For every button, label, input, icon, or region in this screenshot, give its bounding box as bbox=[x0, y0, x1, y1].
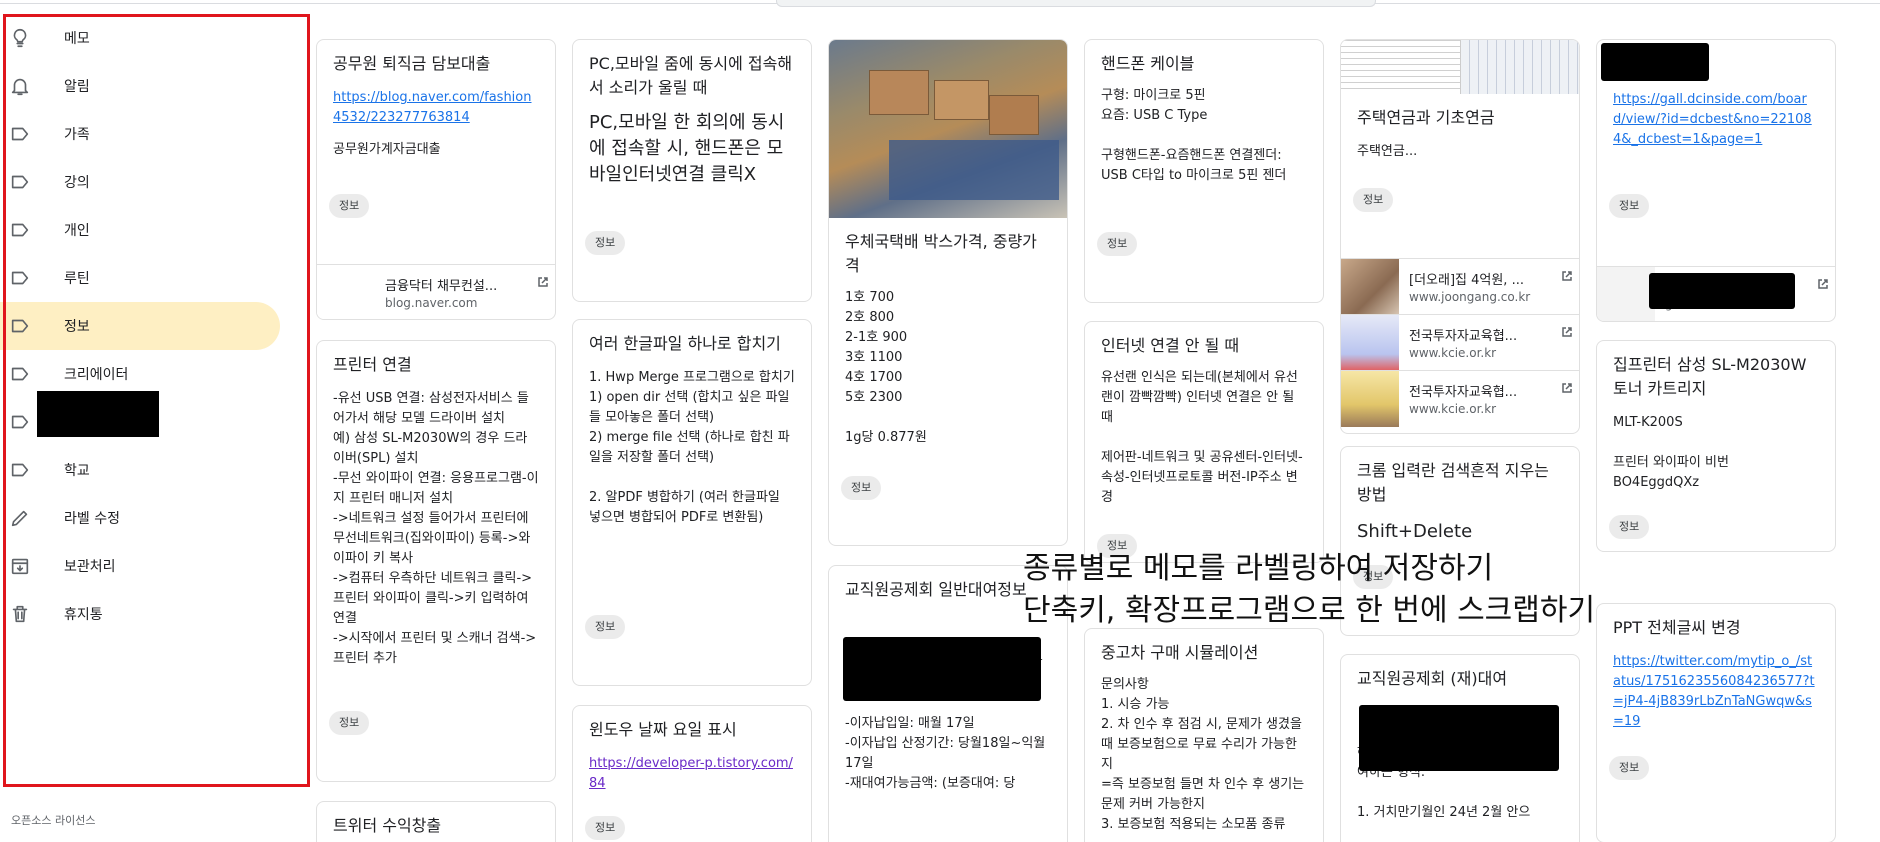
preview-thumbnail bbox=[1597, 266, 1655, 321]
note-title: 주택연금과 기초연금 bbox=[1357, 108, 1495, 127]
preview-title: [더오래]집 4억원, ... bbox=[1409, 273, 1524, 288]
redacted-block bbox=[1359, 705, 1559, 771]
preview-domain: www.kcie.or.kr bbox=[1409, 346, 1497, 360]
preview-title: 전국투자자교육협... bbox=[1409, 385, 1518, 400]
sidebar-highlight-frame bbox=[3, 14, 310, 787]
preview-domain: www.kcie.or.kr bbox=[1409, 402, 1497, 416]
note-card[interactable]: 여러 한글파일 하나로 합치기 1. Hwp Merge 프로그램으로 합치기 … bbox=[572, 319, 812, 686]
note-text: 1. Hwp Merge 프로그램으로 합치기 1) open dir 선택 (… bbox=[589, 370, 795, 525]
link-preview[interactable]: 전국투자자교육협... www.kcie.or.kr bbox=[1341, 370, 1579, 427]
note-text: 유선랜 인식은 되는데(본체에서 유선랜이 깜빡깜빡) 인터넷 연결은 안 될 … bbox=[1101, 370, 1303, 505]
note-title: 트위터 수익창출 bbox=[333, 816, 442, 835]
overlay-line-1: 종류별로 메모를 라벨링하여 저장하기 bbox=[1023, 551, 1494, 586]
redacted-block bbox=[1601, 43, 1709, 81]
note-card[interactable]: 공무원 퇴직금 담보대출 https://blog.naver.com/fash… bbox=[316, 39, 556, 320]
preview-thumbnail bbox=[1341, 370, 1399, 427]
label-chip[interactable]: 정보 bbox=[585, 816, 626, 840]
open-external-icon[interactable] bbox=[537, 273, 549, 287]
link-preview[interactable]: 전국투자자교육협... www.kcie.or.kr bbox=[1341, 314, 1579, 371]
note-card[interactable]: 교직원공제회 (재)대여 하던 기대여 상계(소멸)되고 새로 대여하는 형식.… bbox=[1340, 654, 1580, 842]
preview-domain: blog.naver.com bbox=[385, 296, 478, 310]
note-title: 중고차 구매 시뮬레이션 bbox=[1101, 643, 1259, 662]
note-title: PC,모바일 줌에 동시에 접속해서 소리가 울릴 때 bbox=[589, 54, 793, 97]
note-title: 프린터 연결 bbox=[333, 355, 412, 374]
label-chip[interactable]: 정보 bbox=[1609, 194, 1650, 218]
note-title: 공무원 퇴직금 담보대출 bbox=[333, 54, 491, 73]
redacted-block bbox=[1649, 273, 1795, 309]
note-image bbox=[1341, 40, 1579, 94]
label-chip[interactable]: 정보 bbox=[585, 231, 626, 255]
note-title: 윈도우 날짜 요일 표시 bbox=[589, 720, 737, 739]
label-chip[interactable]: 정보 bbox=[329, 194, 370, 218]
note-text: MLT-K200S 프린터 와이파이 비번 BO4EggdQXz bbox=[1613, 415, 1729, 490]
note-title: 우체국택배 박스가격, 중량가격 bbox=[845, 232, 1037, 275]
note-card[interactable]: 프린터 연결 -유선 USB 연결: 삼성전자서비스 들어가서 해당 모델 드라… bbox=[316, 340, 556, 782]
note-card[interactable]: https://gall.dcinside.com/board/view/?id… bbox=[1596, 39, 1836, 322]
label-chip[interactable]: 정보 bbox=[1609, 515, 1650, 539]
note-title: 집프린터 삼성 SL-M2030W 토너 카트리지 bbox=[1613, 355, 1807, 398]
note-text: 공무원가계자금대출 bbox=[333, 142, 441, 157]
note-card[interactable]: 트위터 수익창출 bbox=[316, 801, 556, 842]
note-text: 문의사항 1. 시승 가능 2. 차 인수 후 점검 시, 문제가 생겼을 때 … bbox=[1101, 677, 1305, 832]
label-chip[interactable]: 정보 bbox=[1097, 232, 1138, 256]
label-chip[interactable]: 정보 bbox=[1609, 756, 1650, 780]
note-title: 교직원공제회 (재)대여 bbox=[1357, 669, 1508, 688]
note-text: Shift+Delete bbox=[1357, 521, 1473, 542]
note-card[interactable]: 인터넷 연결 안 될 때 유선랜 인식은 되는데(본체에서 유선랜이 깜빡깜빡)… bbox=[1084, 321, 1324, 563]
note-link[interactable]: https://blog.naver.com/fashion4532/22327… bbox=[317, 76, 555, 128]
preview-thumbnail bbox=[1341, 258, 1399, 315]
note-link[interactable]: https://twitter.com/mytip_o_/status/1751… bbox=[1597, 640, 1835, 732]
note-title: 핸드폰 케이블 bbox=[1101, 54, 1195, 73]
preview-title: 전국투자자교육협... bbox=[1409, 329, 1518, 344]
note-link[interactable]: https://developer-p.tistory.com/84 bbox=[573, 742, 811, 794]
open-external-icon[interactable] bbox=[1817, 275, 1829, 289]
search-bar-edge[interactable] bbox=[776, 0, 1376, 7]
note-text: 주택연금... bbox=[1357, 144, 1418, 159]
open-external-icon[interactable] bbox=[1561, 267, 1573, 281]
note-card[interactable]: 집프린터 삼성 SL-M2030W 토너 카트리지 MLT-K200S 프린터 … bbox=[1596, 340, 1836, 552]
label-chip[interactable]: 정보 bbox=[585, 615, 626, 639]
link-preview[interactable]: [더오래]집 4억원, ... www.joongang.co.kr bbox=[1341, 258, 1579, 315]
label-chip[interactable]: 정보 bbox=[841, 476, 882, 500]
note-card[interactable]: PPT 전체글씨 변경 https://twitter.com/mytip_o_… bbox=[1596, 603, 1836, 842]
note-title: 인터넷 연결 안 될 때 bbox=[1101, 336, 1240, 355]
note-title: 크롬 입력란 검색흔적 지우는 방법 bbox=[1357, 461, 1549, 504]
redacted-block bbox=[843, 637, 1041, 701]
preview-thumbnail bbox=[1341, 314, 1399, 371]
note-card[interactable]: PC,모바일 줌에 동시에 접속해서 소리가 울릴 때 PC,모바일 한 회의에… bbox=[572, 39, 812, 302]
note-card[interactable]: 우체국택배 박스가격, 중량가격 1호 700 2호 800 2-1호 900 … bbox=[828, 39, 1068, 546]
note-text: 1호 700 2호 800 2-1호 900 3호 1100 4호 1700 5… bbox=[845, 290, 927, 445]
note-card[interactable]: 핸드폰 케이블 구형: 마이크로 5핀 요즘: USB C Type 구형핸드폰… bbox=[1084, 39, 1324, 303]
note-card[interactable]: 주택연금과 기초연금 주택연금... 정보 [더오래]집 4억원, ... ww… bbox=[1340, 39, 1580, 434]
note-text: -유선 USB 연결: 삼성전자서비스 들어가서 해당 모델 드라이버 설치 예… bbox=[333, 391, 539, 666]
note-card[interactable]: 윈도우 날짜 요일 표시 https://developer-p.tistory… bbox=[572, 705, 812, 842]
note-text: PC,모바일 한 회의에 동시에 접속할 시, 핸드폰은 모바일인터넷연결 클릭… bbox=[589, 112, 785, 185]
label-chip[interactable]: 정보 bbox=[1353, 188, 1394, 212]
open-source-license-link[interactable]: 오픈소스 라이선스 bbox=[11, 812, 95, 828]
note-card[interactable]: 중고차 구매 시뮬레이션 문의사항 1. 시승 가능 2. 차 인수 후 점검 … bbox=[1084, 628, 1324, 842]
link-preview[interactable]: 금융닥터 채무컨설... blog.naver.com bbox=[317, 264, 555, 319]
note-title: PPT 전체글씨 변경 bbox=[1613, 618, 1741, 637]
overlay-caption: 종류별로 메모를 라벨링하여 저장하기 단축키, 확장프로그램으로 한 번에 스… bbox=[1023, 548, 1595, 632]
label-chip[interactable]: 정보 bbox=[329, 711, 370, 735]
note-text: 구형: 마이크로 5핀 요즘: USB C Type 구형핸드폰-요즘핸드폰 연… bbox=[1101, 88, 1287, 183]
note-title: 여러 한글파일 하나로 합치기 bbox=[589, 334, 781, 353]
open-external-icon[interactable] bbox=[1561, 323, 1573, 337]
note-image bbox=[829, 40, 1067, 218]
preview-domain: www.joongang.co.kr bbox=[1409, 290, 1531, 304]
open-external-icon[interactable] bbox=[1561, 379, 1573, 393]
preview-thumbnail bbox=[317, 264, 375, 319]
overlay-line-2: 단축키, 확장프로그램으로 한 번에 스크랩하기 bbox=[1023, 593, 1596, 628]
link-preview[interactable]: gall.dcinside.com bbox=[1597, 266, 1835, 321]
preview-title: 금융닥터 채무컨설... bbox=[385, 279, 498, 294]
